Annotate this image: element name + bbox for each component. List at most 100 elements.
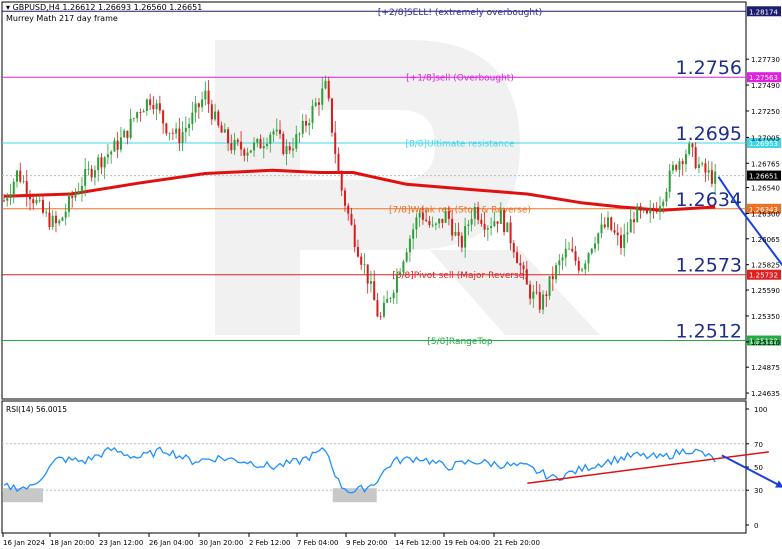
candle-body xyxy=(64,211,67,218)
candle-body xyxy=(152,105,155,110)
candle-body xyxy=(74,193,77,198)
candle-body xyxy=(6,198,9,201)
rsi-tick-label: 50 xyxy=(754,464,763,472)
candle-body xyxy=(48,212,51,228)
candle-body xyxy=(305,120,308,126)
candle-body xyxy=(655,210,658,212)
oversold-zone xyxy=(332,488,377,503)
candle-body xyxy=(269,134,272,144)
candle-body xyxy=(285,146,288,154)
watermark-r-leg xyxy=(430,250,600,335)
candle-body xyxy=(561,257,564,261)
candle-body xyxy=(473,206,476,219)
candle-body xyxy=(240,141,243,150)
candle-body xyxy=(106,154,109,158)
watermark-logo xyxy=(215,40,600,335)
candle-body xyxy=(632,219,635,223)
candle-body xyxy=(691,143,694,148)
price-tick-label: 1.25350 xyxy=(751,313,780,321)
candle-body xyxy=(158,103,161,111)
candle-body xyxy=(350,213,353,225)
candle-body xyxy=(93,170,96,178)
candle-body xyxy=(519,263,522,266)
candle-body xyxy=(233,139,236,151)
candle-body xyxy=(421,212,424,220)
candle-body xyxy=(577,260,580,271)
candle-body xyxy=(470,218,473,225)
time-tick-label: 18 Jan 20:00 xyxy=(50,539,94,547)
candle-body xyxy=(116,140,119,150)
candle-body xyxy=(428,220,431,226)
candle-body xyxy=(110,151,113,155)
price-tick-label: 1.27250 xyxy=(751,108,780,116)
candle-body xyxy=(100,157,103,168)
candle-body xyxy=(376,300,379,317)
candle-body xyxy=(12,181,15,195)
candle-body xyxy=(194,103,197,113)
candle-body xyxy=(324,80,327,89)
candle-body xyxy=(175,128,178,134)
level-label: [7/8]Weak res (Stop & Reverse) xyxy=(389,205,531,215)
candle-body xyxy=(594,243,597,249)
candle-body xyxy=(434,223,437,225)
candle-body xyxy=(587,253,590,264)
candle-body xyxy=(658,206,661,212)
candle-body xyxy=(188,123,191,128)
candle-body xyxy=(35,200,38,204)
candle-body xyxy=(399,272,402,275)
candle-body xyxy=(668,170,671,192)
candle-body xyxy=(652,209,655,211)
candle-body xyxy=(626,232,629,235)
candle-body xyxy=(525,269,528,285)
candle-body xyxy=(493,221,496,227)
candle-body xyxy=(142,110,145,113)
symbol-ohlc: GBPUSD,H4 1.26612 1.26693 1.26560 1.2665… xyxy=(12,3,203,12)
candle-body xyxy=(317,102,320,105)
candle-body xyxy=(54,215,57,224)
symbol-header: ▾ GBPUSD,H4 1.26612 1.26693 1.26560 1.26… xyxy=(6,3,202,12)
candle-body xyxy=(191,112,194,124)
dropdown-icon[interactable]: ▾ xyxy=(6,3,10,12)
rsi-tick-label: 0 xyxy=(754,522,758,530)
candle-body xyxy=(610,217,613,231)
level-big-label: 1.2756 xyxy=(676,57,742,79)
time-tick-label: 26 Jan 04:00 xyxy=(149,539,193,547)
time-tick-label: 16 Jan 2024 xyxy=(3,539,46,547)
candle-body xyxy=(253,142,256,151)
candle-body xyxy=(87,168,90,170)
candle-body xyxy=(490,226,493,229)
candle-body xyxy=(480,219,483,224)
candle-body xyxy=(373,281,376,301)
candle-body xyxy=(704,163,707,173)
candle-body xyxy=(619,235,622,248)
candle-body xyxy=(321,88,324,105)
candle-body xyxy=(168,132,171,134)
candle-body xyxy=(710,170,713,184)
candle-body xyxy=(369,281,372,284)
level-label: [+2/8]SELL! (extremely overbought) xyxy=(378,8,542,18)
candle-body xyxy=(649,209,652,214)
candle-body xyxy=(97,157,100,171)
candle-body xyxy=(516,252,519,264)
candle-body xyxy=(467,224,470,226)
candle-body xyxy=(486,228,489,230)
candle-body xyxy=(684,154,687,165)
candle-body xyxy=(389,298,392,299)
candle-body xyxy=(636,206,639,223)
candle-body xyxy=(447,211,450,219)
candle-body xyxy=(19,170,22,182)
candle-body xyxy=(165,123,168,134)
candle-body xyxy=(340,172,343,191)
candle-body xyxy=(84,168,87,186)
candle-body xyxy=(558,260,561,266)
candle-body xyxy=(444,211,447,223)
price-tick-label: 1.27490 xyxy=(751,82,780,90)
price-tick-label: 1.27730 xyxy=(751,56,780,64)
candle-body xyxy=(210,104,213,120)
oversold-zone xyxy=(3,488,43,503)
candle-body xyxy=(123,130,126,138)
candle-body xyxy=(3,200,5,202)
candle-body xyxy=(496,221,499,224)
candle-body xyxy=(688,143,691,155)
candle-body xyxy=(503,210,506,233)
